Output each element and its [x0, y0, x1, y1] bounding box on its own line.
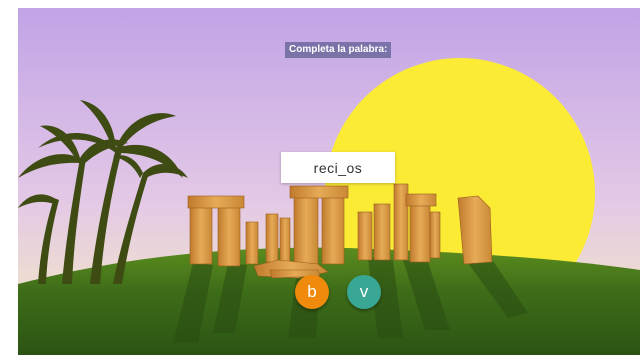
instruction-label: Completa la palabra:: [285, 42, 392, 58]
game-stage: Completa la palabra: reci_os b v: [18, 8, 640, 355]
option-b-label: b: [307, 282, 317, 301]
word-display: reci_os: [281, 152, 395, 183]
option-v-button[interactable]: v: [347, 275, 381, 309]
option-b-button[interactable]: b: [295, 275, 329, 309]
word-text: reci_os: [313, 159, 363, 176]
option-v-label: v: [359, 282, 369, 301]
